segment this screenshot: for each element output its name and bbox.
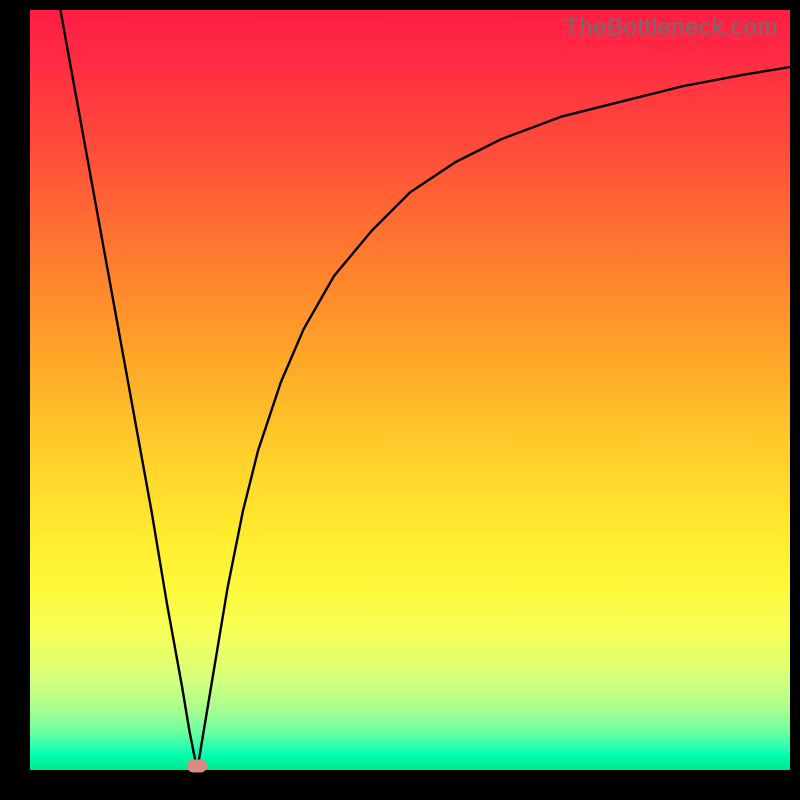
plot-area: TheBottleneck.com xyxy=(30,10,790,770)
curve-right-branch xyxy=(197,67,790,770)
curve-left-branch xyxy=(60,10,197,770)
chart-frame: TheBottleneck.com xyxy=(0,0,800,800)
minimum-marker xyxy=(187,760,207,773)
curve-svg xyxy=(30,10,790,770)
